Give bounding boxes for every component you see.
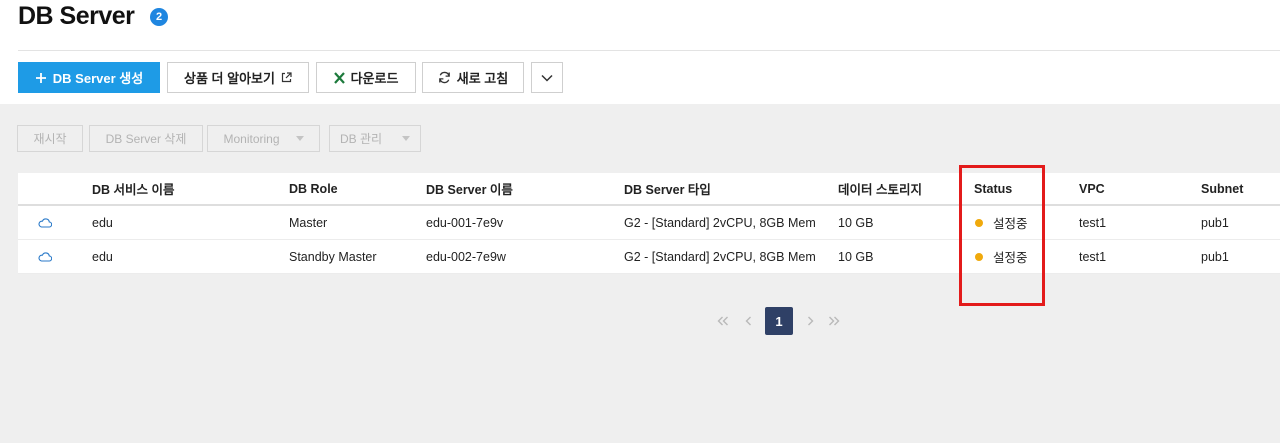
monitoring-dropdown[interactable]: Monitoring [207, 125, 320, 152]
learn-more-label: 상품 더 알아보기 [184, 71, 275, 86]
table-header-row: DB 서비스 이름 DB Role DB Server 이름 DB Server… [18, 173, 1280, 206]
download-label: 다운로드 [350, 71, 399, 86]
role-cell: Standby Master [289, 249, 377, 264]
caret-down-icon [295, 136, 304, 141]
first-page-icon[interactable] [709, 307, 737, 335]
column-header[interactable]: DB Server 타입 [624, 173, 711, 204]
server-type-cell: G2 - [Standard] 2vCPU, 8GB Mem [624, 249, 816, 264]
header-divider [18, 50, 1280, 51]
delete-db-server-label: DB Server 삭제 [105, 132, 187, 146]
table-row[interactable]: edu Master edu-001-7e9v G2 - [Standard] … [18, 206, 1280, 240]
page-number-button[interactable]: 1 [765, 307, 793, 335]
server-name-cell: edu-001-7e9v [426, 215, 504, 230]
caret-down-icon [402, 136, 411, 141]
cloud-icon [38, 206, 52, 239]
column-header[interactable]: Subnet [1201, 173, 1243, 204]
subnet-cell: pub1 [1201, 249, 1229, 264]
content-area: 재시작 DB Server 삭제 Monitoring DB 관리 DB 서비스… [0, 104, 1280, 443]
storage-cell: 10 GB [838, 249, 874, 264]
status-highlight-box [959, 165, 1045, 306]
service-name-cell: edu [92, 249, 113, 264]
page-header: DB Server 2 DB Server 생성 상품 더 알아보기 다운로드 … [0, 0, 1280, 104]
create-db-server-button[interactable]: DB Server 생성 [18, 62, 160, 93]
prev-page-icon[interactable] [734, 307, 762, 335]
column-header[interactable]: DB 서비스 이름 [92, 173, 175, 204]
column-header[interactable]: 데이터 스토리지 [838, 173, 922, 204]
more-options-button[interactable] [531, 62, 563, 93]
server-name-cell: edu-002-7e9w [426, 249, 506, 264]
db-server-table: DB 서비스 이름 DB Role DB Server 이름 DB Server… [18, 173, 1280, 274]
column-header[interactable]: VPC [1079, 173, 1105, 204]
cloud-icon [38, 240, 52, 273]
subnet-cell: pub1 [1201, 215, 1229, 230]
refresh-label: 새로 고침 [456, 71, 509, 86]
column-header[interactable]: DB Role [289, 173, 338, 204]
column-header[interactable]: DB Server 이름 [426, 173, 513, 204]
count-badge: 2 [150, 8, 168, 26]
storage-cell: 10 GB [838, 215, 874, 230]
create-db-server-label: DB Server 생성 [52, 71, 144, 86]
download-button[interactable]: 다운로드 [316, 62, 416, 93]
db-manage-dropdown[interactable]: DB 관리 [329, 125, 421, 152]
role-cell: Master [289, 215, 328, 230]
external-link-icon [281, 72, 292, 83]
chevron-down-icon [541, 74, 553, 82]
service-name-cell: edu [92, 215, 113, 230]
excel-icon [333, 71, 345, 84]
table-row[interactable]: edu Standby Master edu-002-7e9w G2 - [St… [18, 240, 1280, 274]
learn-more-button[interactable]: 상품 더 알아보기 [167, 62, 309, 93]
vpc-cell: test1 [1079, 215, 1107, 230]
delete-db-server-button[interactable]: DB Server 삭제 [89, 125, 203, 152]
plus-icon [35, 72, 47, 84]
last-page-icon[interactable] [820, 307, 848, 335]
page-title: DB Server [18, 2, 135, 30]
refresh-icon [438, 71, 451, 84]
monitoring-label: Monitoring [223, 131, 280, 146]
refresh-button[interactable]: 새로 고침 [422, 62, 524, 93]
db-manage-label: DB 관리 [339, 132, 383, 146]
server-type-cell: G2 - [Standard] 2vCPU, 8GB Mem [624, 215, 816, 230]
restart-button[interactable]: 재시작 [17, 125, 83, 152]
restart-label: 재시작 [33, 132, 67, 146]
vpc-cell: test1 [1079, 249, 1107, 264]
